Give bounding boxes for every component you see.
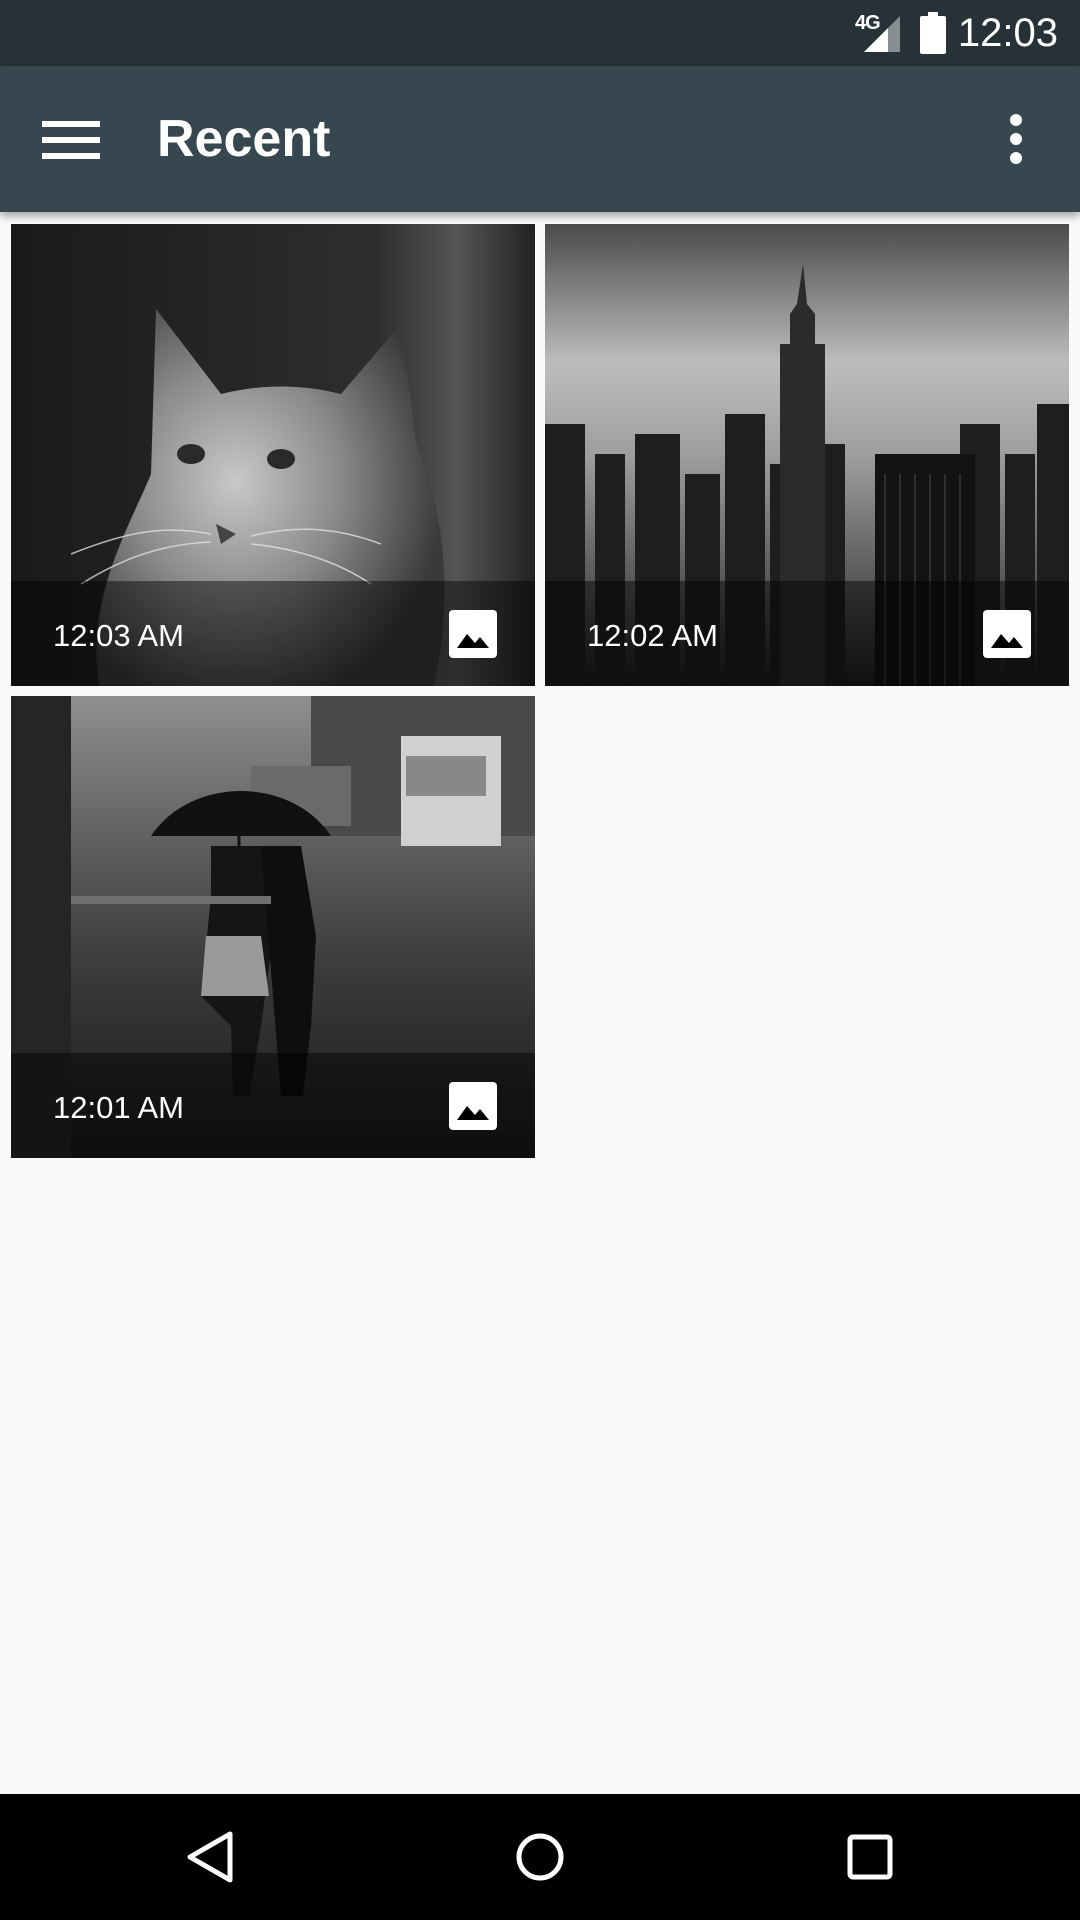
more-vert-icon	[1010, 114, 1022, 164]
recents-button[interactable]	[835, 1822, 905, 1892]
item-time-label: 12:01 AM	[53, 1090, 184, 1125]
recent-items-grid: 12:03 AM 12:02 AM 12:01 AM	[0, 212, 1080, 1794]
image-icon	[449, 610, 497, 658]
more-options-button[interactable]	[990, 104, 1042, 174]
recent-item-card[interactable]: 12:03 AM	[11, 224, 535, 686]
status-clock: 12:03	[957, 11, 1058, 55]
item-time-label: 12:02 AM	[587, 618, 718, 653]
battery-icon	[920, 12, 946, 54]
system-navigation-bar	[0, 1794, 1080, 1920]
recent-item-card[interactable]: 12:02 AM	[545, 224, 1069, 686]
image-icon	[983, 610, 1031, 658]
image-icon	[449, 1082, 497, 1130]
home-button[interactable]	[505, 1822, 575, 1892]
home-icon	[516, 1833, 564, 1881]
menu-button[interactable]	[30, 104, 104, 174]
item-time-label: 12:03 AM	[53, 618, 184, 653]
back-icon	[187, 1831, 233, 1883]
status-bar: 4G 12:03	[0, 0, 1080, 66]
app-bar: Recent	[0, 66, 1080, 212]
page-title: Recent	[157, 110, 331, 168]
recents-icon	[847, 1834, 893, 1880]
signal-icon	[864, 16, 900, 52]
back-button[interactable]	[175, 1822, 245, 1892]
recent-item-card[interactable]: 12:01 AM	[11, 696, 535, 1158]
hamburger-menu-icon	[42, 121, 104, 159]
